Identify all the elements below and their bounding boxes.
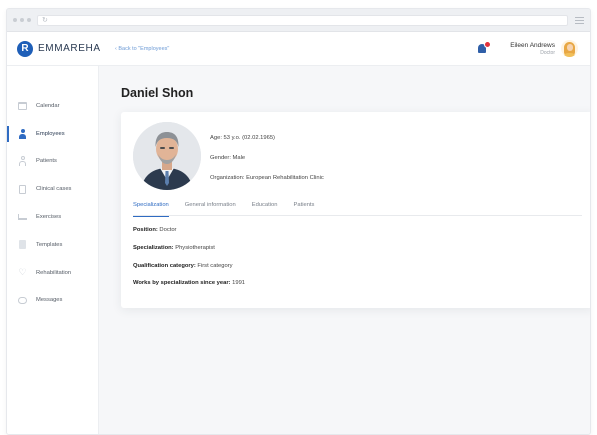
- position-value: Doctor: [157, 227, 177, 233]
- tab-patients[interactable]: Patients: [294, 200, 315, 216]
- sidebar-item-label: Calendar: [36, 102, 60, 109]
- sidebar-item-label: Employees: [36, 130, 65, 137]
- user-name: Eileen Andrews: [510, 41, 555, 49]
- templates-icon: [18, 240, 27, 250]
- address-bar[interactable]: ↻: [37, 14, 568, 26]
- browser-menu-icon[interactable]: [575, 16, 584, 24]
- window-controls: [13, 18, 31, 22]
- exercises-icon: [18, 213, 27, 222]
- specialization-details: Position: Doctor Specialization: Physiot…: [133, 227, 245, 298]
- sidebar-item-label: Clinical cases: [36, 186, 72, 193]
- clipboard-icon: [18, 184, 27, 194]
- app-logo[interactable]: R EMMAREHA: [17, 40, 117, 57]
- tab-specialization[interactable]: Specialization: [133, 200, 169, 217]
- heart-icon: ♡: [18, 267, 27, 278]
- browser-toolbar: ↻: [7, 9, 590, 32]
- sidebar-item-messages[interactable]: Messages: [7, 287, 98, 315]
- profile-photo: [133, 122, 201, 190]
- sidebar-item-exercises[interactable]: Exercises: [7, 203, 98, 231]
- sidebar-item-label: Exercises: [36, 214, 62, 221]
- tab-general-information[interactable]: General information: [185, 200, 236, 216]
- logo-icon: R: [17, 40, 33, 57]
- profile-tabs: Specialization General information Educa…: [133, 200, 582, 217]
- organization-text: Organization: European Rehabilitation Cl…: [210, 175, 324, 181]
- employees-icon: [18, 128, 27, 139]
- position-label: Position:: [133, 227, 158, 233]
- sidebar-item-calendar[interactable]: Calendar: [7, 92, 98, 120]
- profile-card: Age: 53 y.o. (02.02.1965) Gender: Male O…: [121, 112, 590, 308]
- patients-icon: [18, 156, 27, 167]
- browser-window: ↻ R EMMAREHA ‹ Back to "Employees" Eilee…: [6, 8, 591, 435]
- close-dot[interactable]: [13, 18, 17, 22]
- messages-icon: [18, 296, 27, 305]
- tab-education[interactable]: Education: [252, 200, 278, 216]
- sidebar-item-templates[interactable]: Templates: [7, 231, 98, 259]
- maximize-dot[interactable]: [27, 18, 31, 22]
- notification-bell-icon[interactable]: [476, 40, 492, 55]
- position-row: Position: Doctor: [133, 227, 245, 245]
- age-text: Age: 53 y.o. (02.02.1965): [210, 135, 275, 141]
- since-year-label: Works by specialization since year:: [133, 280, 231, 287]
- sidebar-item-patients[interactable]: Patients: [7, 148, 98, 176]
- refresh-icon[interactable]: ↻: [42, 17, 48, 24]
- app-name: EMMAREHA: [38, 43, 101, 54]
- specialization-row: Specialization: Physiotherapist: [133, 245, 245, 263]
- profile-info: Age: 53 y.o. (02.02.1965) Gender: Male O…: [210, 135, 324, 195]
- page-title: Daniel Shon: [121, 86, 194, 100]
- sidebar-item-label: Rehabilitation: [36, 269, 72, 276]
- qualification-row: Qualification category: First category: [133, 263, 245, 281]
- back-to-employees-link[interactable]: ‹ Back to "Employees": [115, 46, 169, 52]
- sidebar-item-label: Templates: [36, 241, 63, 248]
- qualification-label: Qualification category:: [133, 262, 196, 269]
- sidebar-item-label: Patients: [36, 158, 57, 165]
- since-year-row: Works by specialization since year: 1991: [133, 280, 245, 298]
- calendar-icon: [18, 101, 27, 110]
- specialization-value: Physiotherapist: [173, 244, 215, 251]
- minimize-dot[interactable]: [20, 18, 24, 22]
- gender-text: Gender: Male: [210, 155, 246, 161]
- sidebar: Calendar Employees Patients Clinical cas…: [7, 66, 99, 434]
- since-year-value: 1991: [230, 280, 246, 287]
- app-header: R EMMAREHA ‹ Back to "Employees" Eileen …: [7, 32, 590, 66]
- sidebar-item-employees[interactable]: Employees: [7, 120, 98, 148]
- main-content: Daniel Shon Age: 53 y.o. (02.02.1965) Ge…: [99, 66, 590, 434]
- sidebar-item-clinical-cases[interactable]: Clinical cases: [7, 175, 98, 203]
- user-info[interactable]: Eileen Andrews Doctor: [510, 42, 555, 56]
- specialization-label: Specialization:: [133, 244, 174, 251]
- sidebar-item-label: Messages: [36, 297, 63, 304]
- user-avatar[interactable]: [561, 40, 578, 57]
- qualification-value: First category: [195, 262, 233, 269]
- sidebar-item-rehabilitation[interactable]: ♡ Rehabilitation: [7, 259, 98, 287]
- user-role: Doctor: [540, 49, 555, 56]
- notification-badge: [484, 40, 492, 48]
